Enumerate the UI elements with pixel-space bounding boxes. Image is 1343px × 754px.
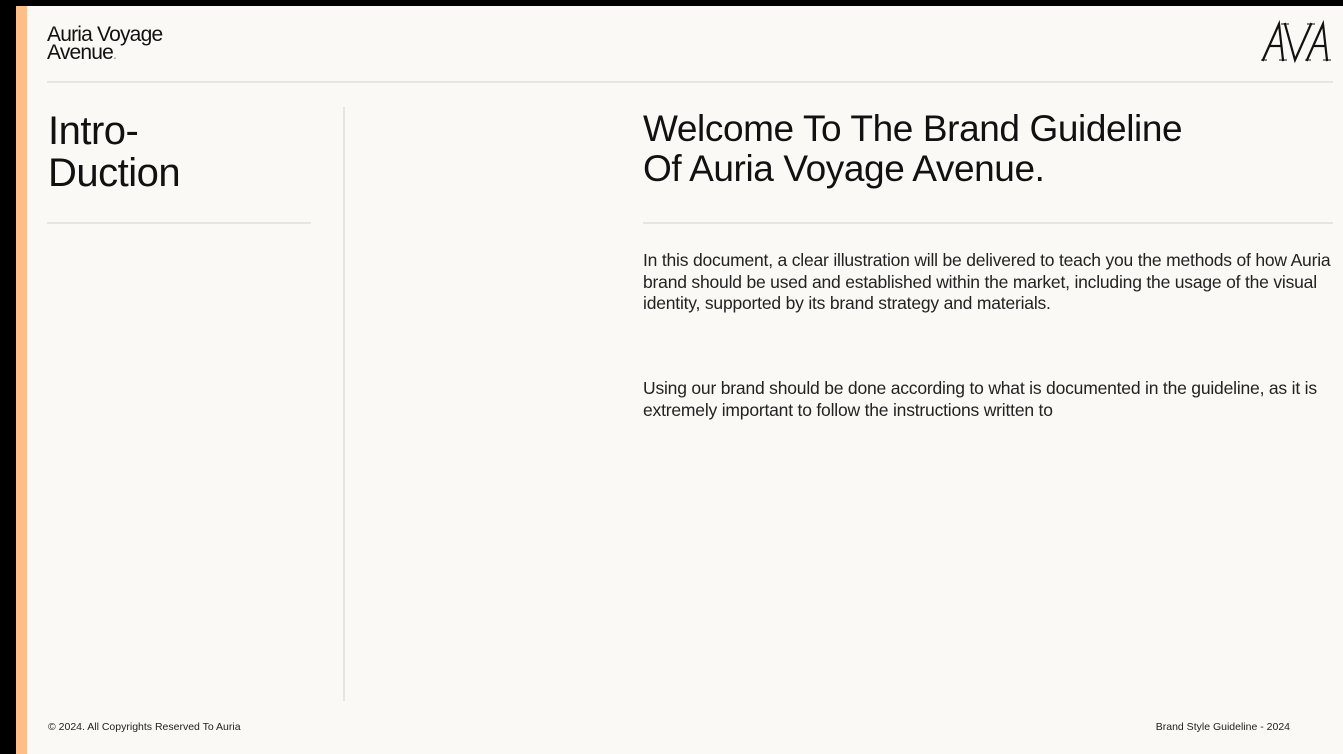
column-divider (343, 107, 345, 701)
page-headline: Welcome To The Brand Guideline Of Auria … (643, 109, 1333, 189)
footer-copyright: © 2024. All Copyrights Reserved To Auria (48, 721, 241, 733)
headline-divider (643, 222, 1333, 224)
brand-line-2: Avenue. (47, 41, 117, 64)
header-divider (47, 81, 1333, 83)
section-title-line-1: Intro- (48, 109, 139, 153)
brand-wordmark: Auria Voyage Avenue. (47, 24, 163, 64)
footer-doc-label: Brand Style Guideline - 2024 (1155, 721, 1290, 733)
intro-paragraph-1: In this document, a clear illustration w… (643, 250, 1331, 313)
intro-paragraph-2: Using our brand should be done according… (643, 378, 1317, 420)
document-page: Auria Voyage Avenue. Intro- Duction Welc… (16, 6, 1343, 754)
section-title-line-2: Duction (48, 151, 181, 195)
brand-dot: . (113, 46, 117, 62)
brand-monogram-icon (1261, 20, 1331, 64)
accent-bar (16, 6, 27, 754)
section-title-divider (47, 222, 311, 224)
section-title: Intro- Duction (48, 109, 181, 195)
headline-line-1: Welcome To The Brand Guideline (643, 108, 1183, 149)
headline-line-2: Of Auria Voyage Avenue. (643, 148, 1045, 189)
